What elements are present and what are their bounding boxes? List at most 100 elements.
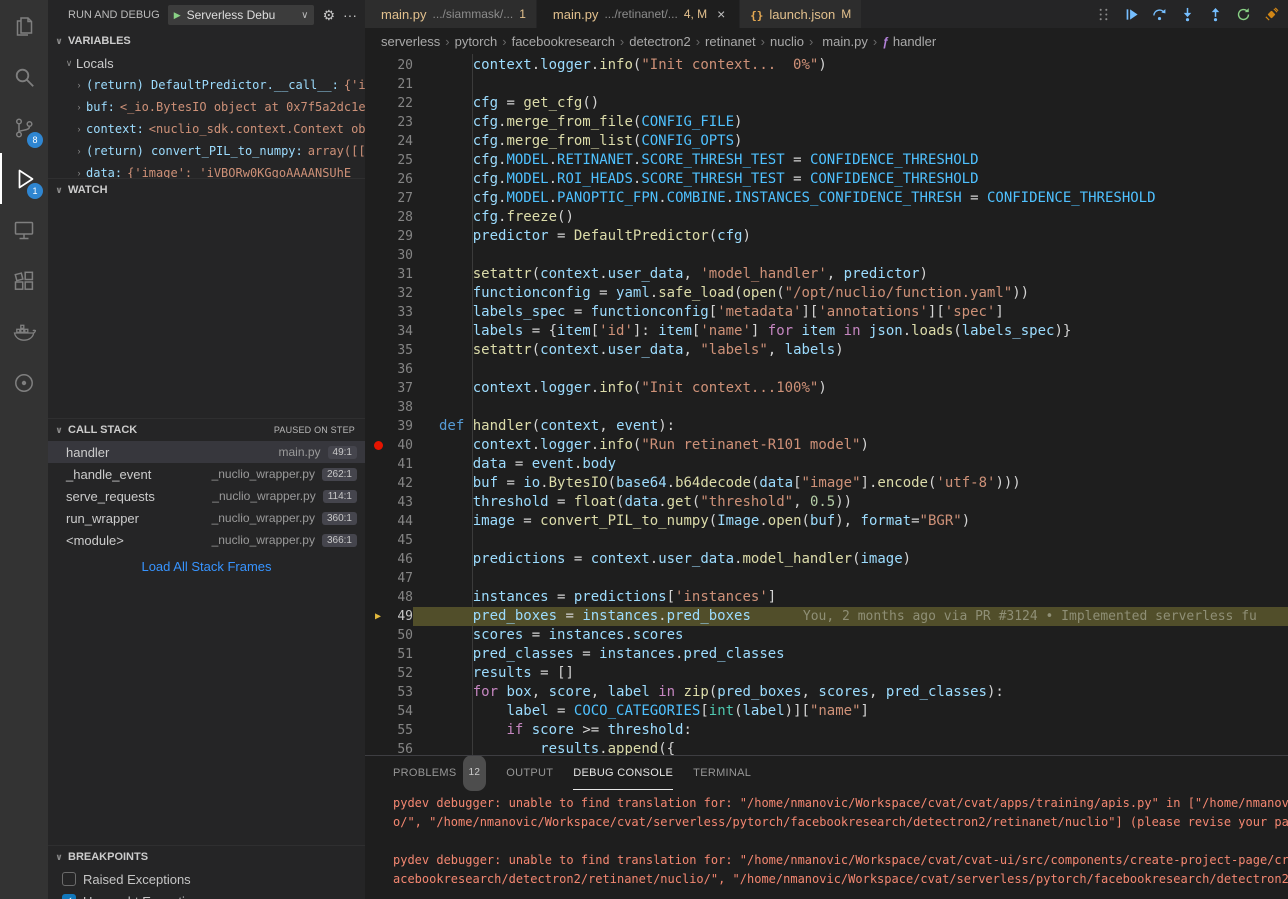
line-number[interactable]: 56: [391, 740, 413, 755]
code-line-55[interactable]: 55 if score >= threshold:: [365, 721, 1288, 740]
line-number[interactable]: 46: [391, 550, 413, 569]
activity-item-remote-explorer[interactable]: [0, 204, 48, 255]
breakpoint-gutter[interactable]: [365, 417, 391, 436]
line-number[interactable]: 26: [391, 170, 413, 189]
line-number[interactable]: 36: [391, 360, 413, 379]
line-number[interactable]: 22: [391, 94, 413, 113]
code-line-30[interactable]: 30: [365, 246, 1288, 265]
breakpoint-gutter[interactable]: [365, 493, 391, 512]
disconnect-icon[interactable]: [1262, 5, 1280, 23]
code-line-29[interactable]: 29 predictor = DefaultPredictor(cfg): [365, 227, 1288, 246]
breadcrumb-item-facebookresearch[interactable]: facebookresearch: [512, 34, 615, 49]
line-number[interactable]: 40: [391, 436, 413, 455]
breakpoint-gutter[interactable]: [365, 531, 391, 550]
breakpoint-gutter[interactable]: [365, 170, 391, 189]
panel-tab-terminal[interactable]: TERMINAL: [693, 756, 751, 790]
line-number[interactable]: 35: [391, 341, 413, 360]
activity-item-test-explorer[interactable]: [0, 357, 48, 408]
more-actions-icon[interactable]: ···: [343, 7, 357, 23]
code-line-22[interactable]: 22 cfg = get_cfg(): [365, 94, 1288, 113]
breakpoint-gutter[interactable]: [365, 398, 391, 417]
stack-frame-handler[interactable]: handlermain.py49:1: [48, 441, 365, 463]
breakpoint-gutter[interactable]: [365, 227, 391, 246]
breakpoint-gutter[interactable]: ▶: [365, 607, 391, 626]
variable-row[interactable]: ›context:<nuclio_sdk.context.Context obj…: [48, 118, 365, 140]
code-line-38[interactable]: 38: [365, 398, 1288, 417]
activity-item-explorer[interactable]: [0, 0, 48, 51]
breakpoint-gutter[interactable]: [365, 626, 391, 645]
launch-config-picker[interactable]: ▶ Serverless Debu ∨: [168, 5, 315, 25]
breadcrumb-item-main.py[interactable]: main.py: [818, 34, 868, 49]
code-line-52[interactable]: 52 results = []: [365, 664, 1288, 683]
panel-tab-output[interactable]: OUTPUT: [506, 756, 553, 790]
code-line-26[interactable]: 26 cfg.MODEL.ROI_HEADS.SCORE_THRESH_TEST…: [365, 170, 1288, 189]
breakpoint-gutter[interactable]: [365, 56, 391, 75]
breakpoint-gutter[interactable]: [365, 94, 391, 113]
code-line-47[interactable]: 47: [365, 569, 1288, 588]
line-number[interactable]: 32: [391, 284, 413, 303]
editor-tab-main.py[interactable]: main.py.../siammask/...1: [365, 0, 537, 28]
breadcrumb-item-serverless[interactable]: serverless: [381, 34, 440, 49]
start-debug-icon[interactable]: ▶: [174, 10, 181, 21]
code-line-21[interactable]: 21: [365, 75, 1288, 94]
code-line-49[interactable]: ▶49 pred_boxes = instances.pred_boxesYou…: [365, 607, 1288, 626]
breakpoint-gutter[interactable]: [365, 740, 391, 755]
continue-icon[interactable]: [1122, 5, 1140, 23]
code-line-50[interactable]: 50 scores = instances.scores: [365, 626, 1288, 645]
line-number[interactable]: 51: [391, 645, 413, 664]
code-line-51[interactable]: 51 pred_classes = instances.pred_classes: [365, 645, 1288, 664]
checkbox-unchecked[interactable]: [62, 872, 76, 886]
line-number[interactable]: 31: [391, 265, 413, 284]
code-line-31[interactable]: 31 setattr(context.user_data, 'model_han…: [365, 265, 1288, 284]
breakpoint-gutter[interactable]: [365, 512, 391, 531]
line-number[interactable]: 21: [391, 75, 413, 94]
code-line-23[interactable]: 23 cfg.merge_from_file(CONFIG_FILE): [365, 113, 1288, 132]
code-line-20[interactable]: 20 context.logger.info("Init context... …: [365, 56, 1288, 75]
line-number[interactable]: 23: [391, 113, 413, 132]
code-line-42[interactable]: 42 buf = io.BytesIO(base64.b64decode(dat…: [365, 474, 1288, 493]
breadcrumb-item-handler[interactable]: ƒhandler: [882, 34, 936, 49]
activity-item-search[interactable]: [0, 51, 48, 102]
line-number[interactable]: 50: [391, 626, 413, 645]
breakpoint-gutter[interactable]: [365, 189, 391, 208]
breakpoint-gutter[interactable]: [365, 455, 391, 474]
watch-header[interactable]: ∨ WATCH: [48, 179, 365, 201]
activity-item-source-control[interactable]: 8: [0, 102, 48, 153]
breakpoint-gutter[interactable]: [365, 664, 391, 683]
breadcrumb-item-detectron2[interactable]: detectron2: [629, 34, 690, 49]
code-line-24[interactable]: 24 cfg.merge_from_list(CONFIG_OPTS): [365, 132, 1288, 151]
checkbox-checked[interactable]: ✓: [62, 894, 76, 899]
breakpoint-row[interactable]: Raised Exceptions: [48, 868, 365, 890]
line-number[interactable]: 37: [391, 379, 413, 398]
breakpoint-gutter[interactable]: [365, 702, 391, 721]
breakpoint-gutter[interactable]: [365, 436, 391, 455]
editor-tab-main.py[interactable]: main.py.../retinanet/...4, M×: [537, 0, 740, 28]
breakpoint-gutter[interactable]: [365, 588, 391, 607]
code-line-54[interactable]: 54 label = COCO_CATEGORIES[int(label)]["…: [365, 702, 1288, 721]
restart-icon[interactable]: [1234, 5, 1252, 23]
line-number[interactable]: 33: [391, 303, 413, 322]
breakpoint-gutter[interactable]: [365, 645, 391, 664]
code-editor[interactable]: 20 context.logger.info("Init context... …: [365, 54, 1288, 755]
stack-frame-run_wrapper[interactable]: run_wrapper_nuclio_wrapper.py360:1: [48, 507, 365, 529]
breakpoint-gutter[interactable]: [365, 208, 391, 227]
variable-row[interactable]: ›buf:<_io.BytesIO object at 0x7f5a2dc1ec…: [48, 96, 365, 118]
breakpoint-gutter[interactable]: [365, 341, 391, 360]
line-number[interactable]: 24: [391, 132, 413, 151]
breakpoint-gutter[interactable]: [365, 113, 391, 132]
line-number[interactable]: 29: [391, 227, 413, 246]
code-line-39[interactable]: 39def handler(context, event):: [365, 417, 1288, 436]
code-line-28[interactable]: 28 cfg.freeze(): [365, 208, 1288, 227]
line-number[interactable]: 43: [391, 493, 413, 512]
line-number[interactable]: 20: [391, 56, 413, 75]
variable-row[interactable]: ›(return) convert_PIL_to_numpy:array([[[…: [48, 140, 365, 162]
code-line-40[interactable]: 40 context.logger.info("Run retinanet-R1…: [365, 436, 1288, 455]
activity-item-docker[interactable]: [0, 306, 48, 357]
breadcrumb-item-retinanet[interactable]: retinanet: [705, 34, 756, 49]
line-number[interactable]: 34: [391, 322, 413, 341]
line-number[interactable]: 47: [391, 569, 413, 588]
step-out-icon[interactable]: [1206, 5, 1224, 23]
breadcrumb-item-nuclio[interactable]: nuclio: [770, 34, 804, 49]
stack-frame-serve_requests[interactable]: serve_requests_nuclio_wrapper.py114:1: [48, 485, 365, 507]
line-number[interactable]: 52: [391, 664, 413, 683]
